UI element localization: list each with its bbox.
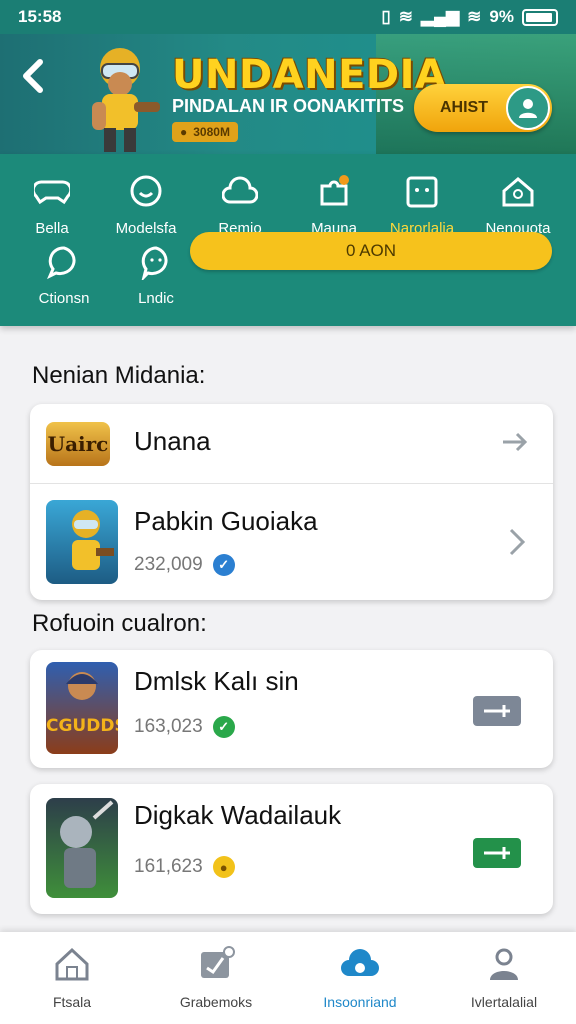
nav-label: Grabemoks — [179, 994, 253, 1010]
wifi-icon: ≋ — [467, 7, 482, 26]
arrow-right-icon[interactable] — [499, 426, 531, 458]
status-icons: ▯ ≋ ▂▄▆ ≋ 9% — [381, 7, 558, 27]
cloud-icon — [341, 949, 379, 976]
warrior-icon — [66, 672, 98, 700]
list-item[interactable]: CGUDDS Dmlsk Kalı sin 163,023 ✓ — [30, 650, 553, 768]
person-icon — [519, 99, 537, 118]
controller-icon — [34, 180, 70, 205]
vibrate-icon: ▯ — [381, 7, 391, 26]
nav-item[interactable]: Ivlertalalial — [432, 932, 576, 1024]
list-card[interactable]: CGUDDS Dmlsk Kalı sin 163,023 ✓ — [30, 650, 553, 768]
knight-icon — [60, 800, 114, 888]
section-title: Nenian Midania: — [32, 362, 206, 389]
avatar — [506, 86, 550, 130]
back-button[interactable] — [18, 56, 50, 96]
banner-title: UNDANEDIA — [172, 52, 447, 98]
cloud-icon — [222, 176, 258, 204]
game-logo-text: CGUDDS — [46, 716, 118, 736]
item-meta: 161,623 ● — [134, 856, 235, 878]
item-title: Digkak Wadailauk — [134, 800, 342, 830]
puzzle-icon — [320, 175, 349, 206]
edit-icon — [201, 946, 235, 978]
category-item[interactable]: Bella — [4, 172, 100, 237]
category-item[interactable]: Nenouota — [470, 172, 566, 237]
header-banner: UNDANEDIA PINDALAN IR OONAKITITS ● 3080M… — [0, 34, 576, 154]
wifi-icon: ≋ — [398, 7, 413, 26]
item-meta: 232,009 ✓ — [134, 554, 235, 576]
list-card: Uairc Unana Pabkin Guoiaka 232,009 ✓ — [30, 404, 553, 600]
banner-chip: ● 3080M — [172, 122, 238, 142]
bubble-icon — [47, 246, 76, 280]
add-button[interactable] — [473, 838, 521, 868]
category-pill-button[interactable]: 0 AON — [190, 232, 552, 270]
account-button[interactable]: AHIST — [414, 84, 552, 132]
item-count: 163,023 — [134, 716, 203, 737]
status-time: 15:58 — [18, 7, 62, 26]
person-icon — [490, 948, 518, 980]
list-item[interactable]: Uairc Unana — [30, 404, 553, 484]
nav-item[interactable]: Ftsala — [0, 932, 144, 1024]
coin-icon: ● — [212, 856, 235, 878]
plus-icon — [484, 705, 510, 717]
category-item[interactable]: Ctionsn — [16, 242, 112, 307]
item-title: Dmlsk Kalı sin — [134, 666, 299, 696]
game-logo-text: Uairc — [47, 432, 109, 456]
section-title: Rofuoin cualron: — [32, 610, 207, 637]
mascot-thumbnail-icon — [72, 510, 114, 570]
item-count: 161,623 — [134, 856, 203, 877]
status-bar: 15:58 ▯ ≋ ▂▄▆ ≋ 9% — [0, 0, 576, 34]
chat-icon — [130, 175, 162, 207]
item-title: Pabkin Guoiaka — [134, 506, 318, 536]
add-button[interactable] — [473, 696, 521, 726]
verified-icon: ✓ — [212, 554, 235, 576]
nav-label: Ivlertalalial — [470, 994, 538, 1010]
screen-icon — [406, 176, 438, 208]
banner-subtitle: PINDALAN IR OONAKITITS — [172, 96, 404, 116]
category-label: Bella — [35, 220, 69, 237]
battery-icon — [522, 8, 558, 26]
category-item[interactable]: Remio — [192, 172, 288, 237]
category-item[interactable]: Mauna — [286, 172, 382, 237]
mascot-image — [92, 48, 160, 152]
item-count: 232,009 — [134, 554, 203, 575]
home-icon — [502, 177, 534, 207]
item-meta: 163,023 ✓ — [134, 716, 235, 738]
nav-label: Insoonriand — [323, 994, 397, 1010]
list-card[interactable]: Digkak Wadailauk 161,623 ● — [30, 784, 553, 914]
nav-item[interactable]: Grabemoks — [144, 932, 288, 1024]
home-icon — [55, 947, 89, 981]
nav-item[interactable]: Insoonriand — [288, 932, 432, 1024]
list-item[interactable]: Digkak Wadailauk 161,623 ● — [30, 784, 553, 914]
category-item[interactable]: Modelsfa — [98, 172, 194, 237]
check-icon: ✓ — [212, 716, 235, 738]
category-label: Modelsfa — [115, 220, 177, 237]
coin-icon: ● — [180, 125, 188, 139]
category-label: Lndic — [138, 290, 174, 307]
chevron-right-icon[interactable] — [503, 524, 531, 560]
account-button-label: AHIST — [440, 99, 488, 116]
nav-label: Ftsala — [52, 994, 92, 1010]
game-thumbnail — [46, 798, 118, 898]
category-panel: Bella Modelsfa Remio Mauna Narorlalia Ne… — [0, 154, 576, 326]
back-arrow-icon — [23, 59, 43, 93]
game-thumbnail — [46, 500, 118, 584]
signal-icon: ▂▄▆ — [420, 7, 460, 26]
category-label: Ctionsn — [38, 290, 90, 307]
game-thumbnail: CGUDDS — [46, 662, 118, 754]
banner-chip-value: 3080M — [193, 125, 230, 139]
list-item[interactable]: Pabkin Guoiaka 232,009 ✓ — [30, 484, 553, 600]
game-logo: Uairc — [46, 422, 110, 466]
category-item[interactable]: Narorlalia — [374, 172, 470, 237]
plus-icon — [484, 847, 510, 859]
battery-percent: 9% — [489, 7, 514, 26]
item-title: Unana — [134, 426, 211, 456]
speech-icon — [141, 246, 168, 280]
bottom-navigation: Ftsala Grabemoks Insoonriand Ivlertalali… — [0, 932, 576, 1024]
